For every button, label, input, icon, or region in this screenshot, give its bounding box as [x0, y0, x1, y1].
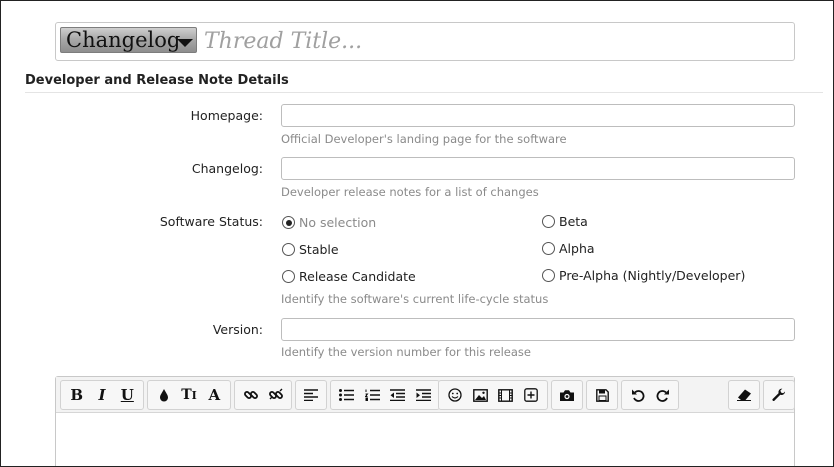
underline-icon[interactable]: U: [115, 382, 140, 408]
unlink-icon[interactable]: [263, 382, 288, 408]
save-draft-icon[interactable]: [590, 382, 614, 408]
redo-icon[interactable]: [650, 382, 675, 408]
status-option-label: Alpha: [559, 241, 595, 256]
changelog-input[interactable]: [281, 157, 795, 180]
status-radio-no-selection[interactable]: No selection: [282, 215, 376, 230]
prefix-dropdown[interactable]: Changelog: [60, 27, 197, 53]
indent-icon[interactable]: [411, 382, 437, 408]
toolbar-group-insert: [438, 380, 548, 410]
image-icon[interactable]: [468, 382, 494, 408]
toolbar-group-text-style: B I U: [60, 380, 144, 410]
caret-down-icon: [177, 39, 193, 47]
radio-icon: [542, 242, 555, 255]
toolbar-group-link: [234, 380, 292, 410]
link-icon[interactable]: [238, 382, 263, 408]
status-radio-release-candidate[interactable]: Release Candidate: [282, 269, 416, 284]
editor-toolbar: B I U TI A: [56, 377, 795, 413]
toggle-bbcode-icon[interactable]: [767, 382, 791, 408]
toolbar-group-tools: [763, 380, 795, 410]
version-input[interactable]: [281, 318, 795, 341]
prefix-label: Changelog: [66, 28, 181, 52]
radio-icon: [282, 270, 295, 283]
software-status-hint: Identify the software's current life-cyc…: [281, 292, 549, 306]
align-left-icon[interactable]: [299, 382, 323, 408]
status-radio-stable[interactable]: Stable: [282, 242, 339, 257]
thread-title-bar: Changelog: [55, 22, 795, 61]
radio-checked-icon: [282, 216, 295, 229]
software-status-label: Software Status:: [159, 214, 263, 229]
bold-icon[interactable]: B: [64, 382, 89, 408]
message-editor: B I U TI A: [55, 376, 795, 466]
italic-icon[interactable]: I: [89, 382, 114, 408]
font-size-icon[interactable]: TI: [176, 382, 201, 408]
numbered-list-icon[interactable]: [360, 382, 386, 408]
radio-icon: [282, 243, 295, 256]
homepage-label: Homepage:: [190, 108, 263, 123]
toolbar-group-list: [330, 380, 440, 410]
status-radio-pre-alpha[interactable]: Pre-Alpha (Nightly/Developer): [542, 268, 745, 283]
homepage-hint: Official Developer's landing page for th…: [281, 132, 567, 146]
changelog-label: Changelog:: [191, 161, 263, 176]
editor-content-area[interactable]: [56, 414, 794, 466]
insert-icon[interactable]: [519, 382, 545, 408]
media-icon[interactable]: [493, 382, 519, 408]
outdent-icon[interactable]: [385, 382, 411, 408]
remove-formatting-icon[interactable]: [732, 382, 756, 408]
font-family-icon[interactable]: A: [202, 382, 227, 408]
status-option-label: Release Candidate: [299, 269, 416, 284]
toolbar-group-screenshot: [551, 380, 583, 410]
text-color-icon[interactable]: [151, 382, 176, 408]
homepage-input[interactable]: [281, 104, 795, 127]
status-radio-alpha[interactable]: Alpha: [542, 241, 595, 256]
undo-icon[interactable]: [625, 382, 650, 408]
toolbar-group-font: TI A: [147, 380, 231, 410]
toolbar-group-format: [728, 380, 760, 410]
toolbar-group-align: [295, 380, 327, 410]
section-title: Developer and Release Note Details: [25, 73, 289, 88]
section-divider: [25, 92, 823, 93]
toolbar-group-history: [621, 380, 679, 410]
version-label: Version:: [212, 322, 263, 337]
status-radio-beta[interactable]: Beta: [542, 214, 588, 229]
smilie-icon[interactable]: [442, 382, 468, 408]
changelog-hint: Developer release notes for a list of ch…: [281, 185, 539, 199]
status-option-label: Stable: [299, 242, 339, 257]
page-frame: Changelog Developer and Release Note Det…: [0, 0, 834, 467]
toolbar-group-draft: [586, 380, 618, 410]
status-option-label: No selection: [299, 215, 377, 230]
thread-title-input[interactable]: [204, 27, 784, 55]
bullet-list-icon[interactable]: [334, 382, 360, 408]
radio-icon: [542, 269, 555, 282]
status-option-label: Pre-Alpha (Nightly/Developer): [559, 268, 746, 283]
version-hint: Identify the version number for this rel…: [281, 345, 531, 359]
screenshot-icon[interactable]: [555, 382, 579, 408]
radio-icon: [542, 215, 555, 228]
status-option-label: Beta: [559, 214, 588, 229]
